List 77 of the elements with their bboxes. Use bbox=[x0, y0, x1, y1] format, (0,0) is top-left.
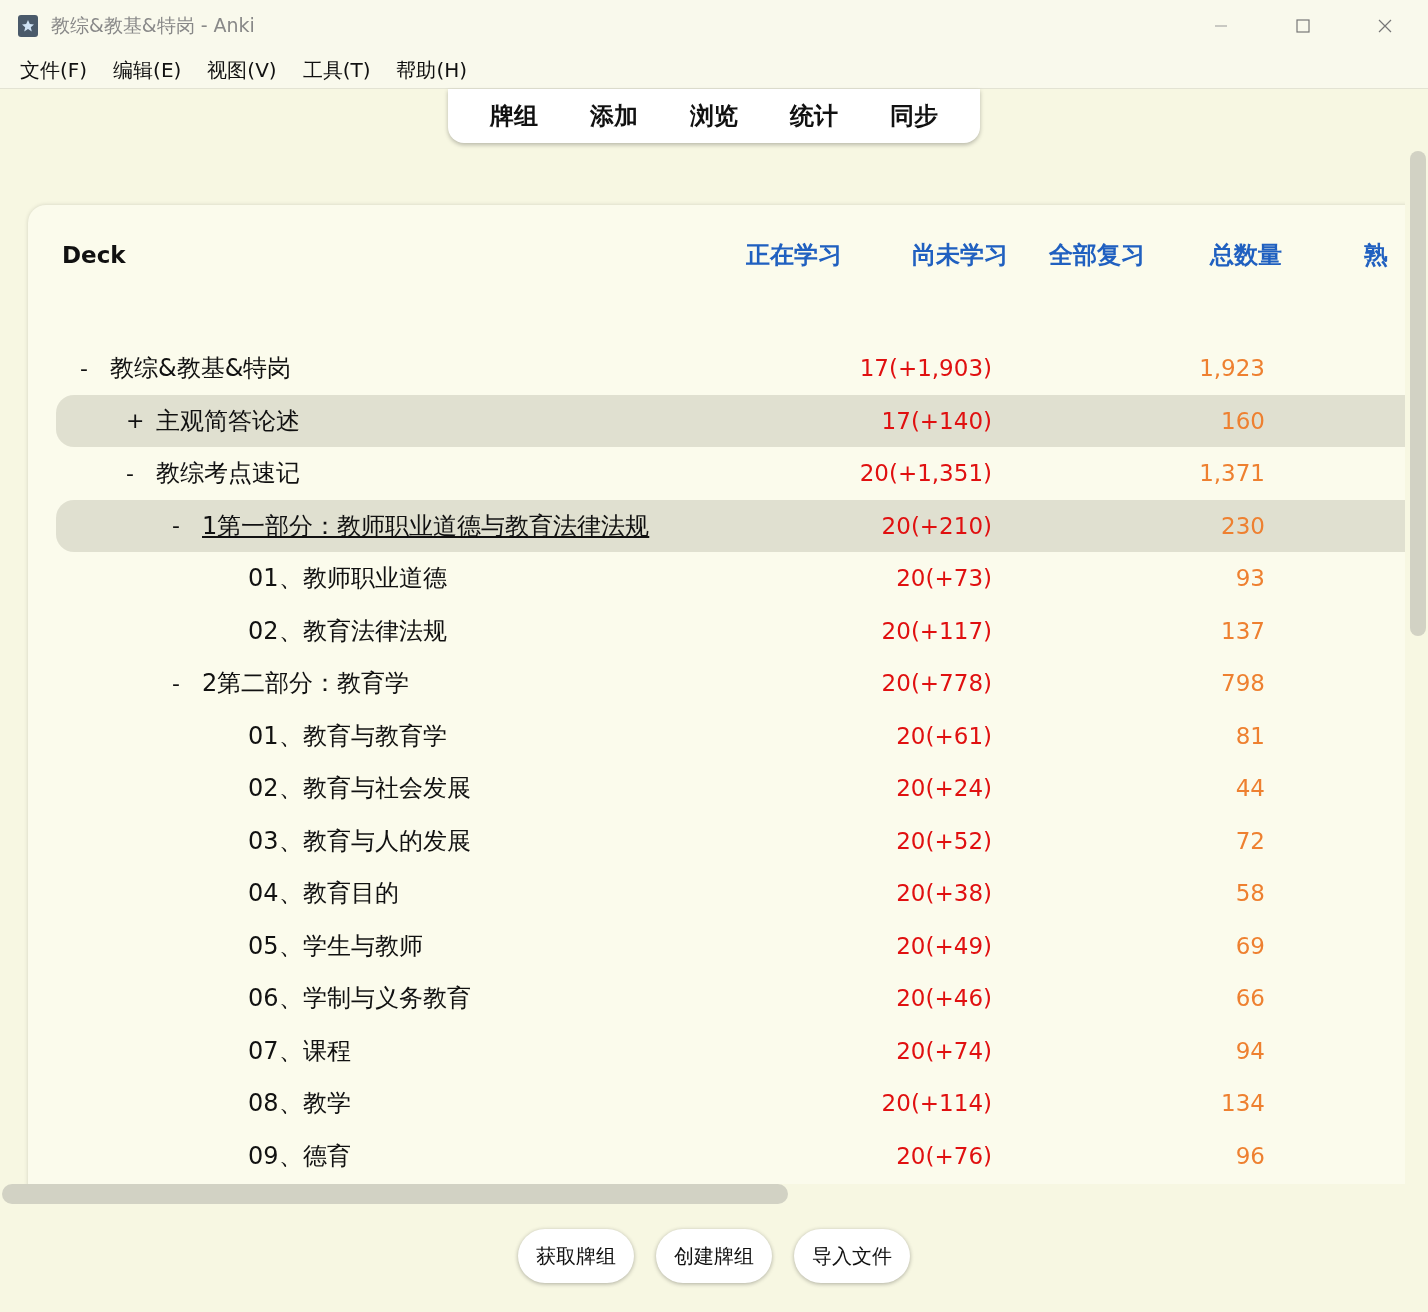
total-count: 798 bbox=[1220, 670, 1266, 697]
new-count: 20(+46) bbox=[895, 985, 993, 1012]
total-count: 96 bbox=[1234, 1142, 1266, 1169]
total-count: 1,923 bbox=[1198, 355, 1266, 382]
new-count: 17(+1,903) bbox=[858, 355, 993, 382]
deck-name[interactable]: 02、教育法律法规 bbox=[248, 614, 447, 647]
total-count: 230 bbox=[1220, 512, 1266, 539]
deck-name[interactable]: 2第二部分：教育学 bbox=[202, 667, 410, 700]
bottom-button[interactable]: 获取牌组 bbox=[518, 1229, 634, 1283]
bottom-button[interactable]: 创建牌组 bbox=[656, 1229, 772, 1283]
window-title: 教综&教基&特岗 - Anki bbox=[51, 13, 255, 38]
deck-name[interactable]: 08、教学 bbox=[248, 1087, 351, 1120]
total-count: 134 bbox=[1220, 1090, 1266, 1117]
total-count: 137 bbox=[1220, 617, 1266, 644]
column-header: Deck bbox=[61, 242, 127, 268]
app-icon bbox=[17, 14, 39, 38]
column-header: 熟 bbox=[1363, 240, 1389, 271]
total-count: 69 bbox=[1234, 932, 1266, 959]
total-count: 94 bbox=[1234, 1037, 1266, 1064]
menu-item[interactable]: 视图(V) bbox=[207, 56, 277, 84]
deck-name[interactable]: 1第一部分：教师职业道德与教育法律法规 bbox=[202, 509, 650, 542]
collapse-toggle[interactable]: - bbox=[172, 670, 202, 696]
new-count: 20(+778) bbox=[880, 670, 993, 697]
bottom-button[interactable]: 导入文件 bbox=[794, 1229, 910, 1283]
maximize-icon[interactable] bbox=[1296, 19, 1310, 33]
deck-name[interactable]: 03、教育与人的发展 bbox=[248, 824, 471, 857]
new-count: 20(+76) bbox=[895, 1142, 993, 1169]
deck-name[interactable]: 05、学生与教师 bbox=[248, 929, 423, 962]
horizontal-scrollbar[interactable] bbox=[2, 1184, 788, 1204]
menu-item[interactable]: 工具(T) bbox=[302, 56, 371, 84]
deck-name[interactable]: 09、德育 bbox=[248, 1139, 351, 1172]
toolbar-link[interactable]: 同步 bbox=[890, 100, 938, 132]
close-icon[interactable] bbox=[1378, 19, 1392, 33]
column-header: 尚未学习 bbox=[911, 240, 1008, 271]
total-count: 160 bbox=[1220, 407, 1266, 434]
column-header: 全部复习 bbox=[1048, 240, 1145, 271]
total-count: 72 bbox=[1234, 827, 1266, 854]
new-count: 20(+114) bbox=[880, 1090, 993, 1117]
total-count: 66 bbox=[1234, 985, 1266, 1012]
total-count: 44 bbox=[1234, 775, 1266, 802]
new-count: 20(+117) bbox=[880, 617, 993, 644]
deck-name[interactable]: 01、教师职业道德 bbox=[248, 562, 447, 595]
deck-name[interactable]: 02、教育与社会发展 bbox=[248, 772, 471, 805]
new-count: 20(+74) bbox=[895, 1037, 993, 1064]
total-count: 58 bbox=[1234, 880, 1266, 907]
deck-name[interactable]: 教综&教基&特岗 bbox=[110, 352, 292, 385]
toolbar-link[interactable]: 浏览 bbox=[690, 100, 738, 132]
deck-name[interactable]: 04、教育目的 bbox=[248, 877, 399, 910]
menu-item[interactable]: 文件(F) bbox=[20, 56, 88, 84]
total-count: 81 bbox=[1234, 722, 1266, 749]
toolbar-link[interactable]: 牌组 bbox=[490, 100, 538, 132]
collapse-toggle[interactable]: - bbox=[126, 460, 156, 486]
deck-name[interactable]: 01、教育与教育学 bbox=[248, 719, 447, 752]
toolbar-link[interactable]: 添加 bbox=[590, 100, 638, 132]
deck-name[interactable]: 07、课程 bbox=[248, 1034, 351, 1067]
deck-name[interactable]: 06、学制与义务教育 bbox=[248, 982, 471, 1015]
new-count: 20(+73) bbox=[895, 565, 993, 592]
new-count: 20(+24) bbox=[895, 775, 993, 802]
new-count: 17(+140) bbox=[880, 407, 993, 434]
collapse-toggle[interactable]: + bbox=[126, 408, 156, 434]
collapse-toggle[interactable]: - bbox=[172, 513, 202, 539]
new-count: 20(+1,351) bbox=[858, 460, 993, 487]
column-header: 正在学习 bbox=[745, 240, 842, 271]
collapse-toggle[interactable]: - bbox=[80, 355, 110, 381]
new-count: 20(+61) bbox=[895, 722, 993, 749]
deck-name[interactable]: 教综考点速记 bbox=[156, 457, 300, 490]
menu-item[interactable]: 编辑(E) bbox=[113, 56, 182, 84]
toolbar-link[interactable]: 统计 bbox=[790, 100, 838, 132]
new-count: 20(+210) bbox=[880, 512, 993, 539]
deck-name[interactable]: 主观简答论述 bbox=[156, 404, 300, 437]
menu-item[interactable]: 帮助(H) bbox=[396, 56, 468, 84]
new-count: 20(+38) bbox=[895, 880, 993, 907]
column-header: 总数量 bbox=[1208, 240, 1282, 271]
new-count: 20(+49) bbox=[895, 932, 993, 959]
new-count: 20(+52) bbox=[895, 827, 993, 854]
total-count: 1,371 bbox=[1198, 460, 1266, 487]
total-count: 93 bbox=[1234, 565, 1266, 592]
